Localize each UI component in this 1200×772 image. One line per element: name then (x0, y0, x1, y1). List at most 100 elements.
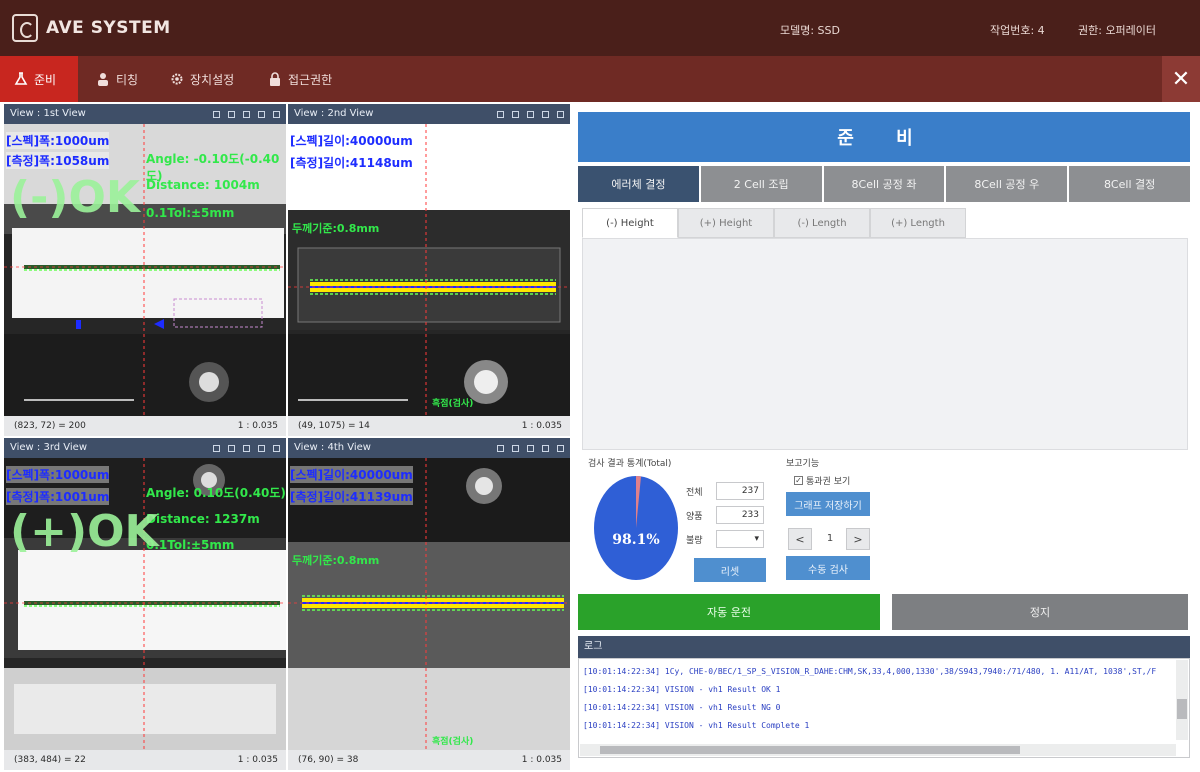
log-panel[interactable]: [10:01:14:22:34] 1Cy, CHE-0/BEC/1_SP_S_V… (578, 658, 1190, 758)
logo-icon (12, 14, 38, 42)
camera-image: [스펙]폭:1000um [측정]폭:1001um Angle: 0.10도(0… (4, 458, 286, 750)
tab-minus-length[interactable]: (-) Length (774, 208, 870, 238)
app-window: AVE SYSTEM 모델명: SSD 작업번호: 4 권한: 오퍼레이터 준비… (0, 0, 1200, 772)
view-footer: (76, 90) = 38 1 : 0.035 (288, 750, 570, 770)
view-header: View : 4th View (288, 438, 570, 458)
camera-image: [스펙]길이:40000um [측정]길이:41139um 두께기준:0.8mm… (288, 458, 570, 750)
toolbar-prepare-label: 준비 (34, 72, 57, 87)
view-title: View : 4th View (294, 442, 371, 453)
camera-image: [스펙]폭:1000um [측정]폭:1058um Angle: -0.10도(… (4, 124, 286, 416)
measured-length-label: [측정]길이:41148um (290, 154, 413, 171)
next-button[interactable]: > (846, 528, 870, 550)
measured-width-label: [측정]폭:1058um (6, 152, 110, 169)
page-number: 1 (826, 533, 834, 544)
close-icon: ✕ (1171, 66, 1191, 92)
camera-view-3[interactable]: View : 3rd View [스펙]폭:1000um [측정]폭:1001u… (4, 438, 286, 770)
zoom-icon[interactable] (497, 444, 504, 452)
fit-icon[interactable] (512, 444, 519, 452)
zoom-icon[interactable] (213, 444, 220, 452)
measurement-chart-area (582, 238, 1188, 450)
measured-length-label: [측정]길이:41139um (290, 488, 413, 505)
close-button[interactable]: ✕ (1162, 56, 1200, 102)
zoom-icon[interactable] (497, 110, 504, 118)
fit-icon[interactable] (228, 444, 235, 452)
save-icon[interactable] (258, 444, 265, 452)
settings-icon[interactable] (273, 444, 280, 452)
view-header: View : 3rd View (4, 438, 286, 458)
tab-process-5[interactable]: 8Cell 결정 (1069, 166, 1190, 202)
log-horizontal-scrollbar[interactable] (580, 744, 1176, 756)
dot-inspection-label: 흑점(검사) (432, 399, 474, 409)
save-graph-button[interactable]: 그래프 저장하기 (786, 492, 870, 516)
tab-process-3[interactable]: 8Cell 공정 좌 (823, 166, 945, 202)
settings-icon[interactable] (557, 444, 564, 452)
select-icon[interactable] (527, 110, 534, 118)
save-icon[interactable] (542, 444, 549, 452)
log-line: [10:01:14:22:34] 1Cy, CHE-0/BEC/1_SP_S_V… (583, 667, 1157, 676)
pixel-readout: (383, 484) = 22 (14, 755, 86, 765)
title-bar: AVE SYSTEM 모델명: SSD 작업번호: 4 권한: 오퍼레이터 (0, 0, 1200, 56)
distance-label: Distance: 1004m (146, 178, 260, 192)
fit-icon[interactable] (228, 110, 235, 118)
scale-readout: 1 : 0.035 (521, 421, 562, 431)
view-title: View : 3rd View (10, 442, 88, 453)
select-icon[interactable] (243, 110, 250, 118)
dot-inspection-label: 흑점(검사) (432, 737, 474, 747)
view-title: View : 1st View (10, 108, 86, 119)
zoom-icon[interactable] (213, 110, 220, 118)
stat-good-value: 233 (716, 506, 764, 524)
log-vertical-thumb[interactable] (1177, 699, 1187, 719)
toolbar-teaching-label: 티칭 (116, 72, 139, 87)
main-toolbar: 준비 티칭 장치설정 접근권한 (0, 56, 1200, 102)
view-footer: (383, 484) = 22 1 : 0.035 (4, 750, 286, 770)
scale-readout: 1 : 0.035 (237, 421, 278, 431)
flask-icon (14, 72, 28, 85)
manual-inspect-button[interactable]: 수동 검사 (786, 556, 870, 580)
toolbar-prepare[interactable]: 준비 (0, 56, 78, 102)
save-icon[interactable] (258, 110, 265, 118)
angle-label: Angle: 0.10도(0.40도) (146, 486, 286, 500)
toolbar-device-settings-label: 장치설정 (190, 72, 235, 87)
spec-width-label: [스펙]폭:1000um (6, 132, 110, 149)
toolbar-teaching[interactable]: 티칭 (82, 56, 152, 102)
auto-run-button[interactable]: 자동 운전 (578, 594, 880, 630)
checkbox-icon[interactable]: ✓ (794, 476, 803, 485)
tab-process-1[interactable]: 에러체 결정 (578, 166, 699, 202)
prev-button[interactable]: < (788, 528, 812, 550)
camera-view-1[interactable]: View : 1st View [스펙]폭:1000um [측정]폭:1058u… (4, 104, 286, 436)
stop-button[interactable]: 정지 (892, 594, 1188, 630)
camera-view-2[interactable]: View : 2nd View [스펙]길이:40000um [측정]길이:41… (288, 104, 570, 436)
camera-view-4[interactable]: View : 4th View [스펙]길이:40000um [측정]길이:41… (288, 438, 570, 770)
toolbar-access[interactable]: 접근권한 (254, 56, 346, 102)
select-icon[interactable] (527, 444, 534, 452)
toolbar-device-settings[interactable]: 장치설정 (156, 56, 248, 102)
tab-process-2[interactable]: 2 Cell 조립 (700, 166, 822, 202)
log-header: 로그 (578, 636, 1190, 658)
save-icon[interactable] (542, 110, 549, 118)
settings-icon[interactable] (557, 110, 564, 118)
tab-plus-length[interactable]: (+) Length (870, 208, 966, 238)
spec-length-label: [스펙]길이:40000um (290, 466, 413, 483)
stat-total-label: 전체 (686, 487, 703, 498)
reset-button[interactable]: 리셋 (694, 558, 766, 582)
view-header: View : 2nd View (288, 104, 570, 124)
measured-width-label: [측정]폭:1001um (6, 488, 110, 505)
stat-bad-label: 불량 (686, 535, 703, 546)
settings-icon[interactable] (273, 110, 280, 118)
tab-process-4[interactable]: 8Cell 공정 우 (946, 166, 1068, 202)
tab-plus-height[interactable]: (+) Height (678, 208, 774, 238)
measurement-tabs: (-) Height (+) Height (-) Length (+) Len… (582, 208, 966, 238)
pass-view-checkbox[interactable]: ✓ 통과권 보기 (794, 474, 850, 487)
tolerance-label: 0.1Tol:±5mm (146, 206, 235, 220)
stat-bad-select[interactable]: ▾ (716, 530, 764, 548)
scale-readout: 1 : 0.035 (521, 755, 562, 765)
fit-icon[interactable] (512, 110, 519, 118)
select-icon[interactable] (243, 444, 250, 452)
model-info: 모델명: SSD (780, 24, 840, 37)
toolbar-access-label: 접근권한 (288, 72, 333, 87)
tab-minus-height[interactable]: (-) Height (582, 208, 678, 238)
app-title: AVE SYSTEM (46, 18, 171, 38)
pixel-readout: (76, 90) = 38 (298, 755, 359, 765)
stat-good-row: 양품 233 (686, 506, 764, 524)
log-horizontal-thumb[interactable] (600, 746, 1020, 754)
